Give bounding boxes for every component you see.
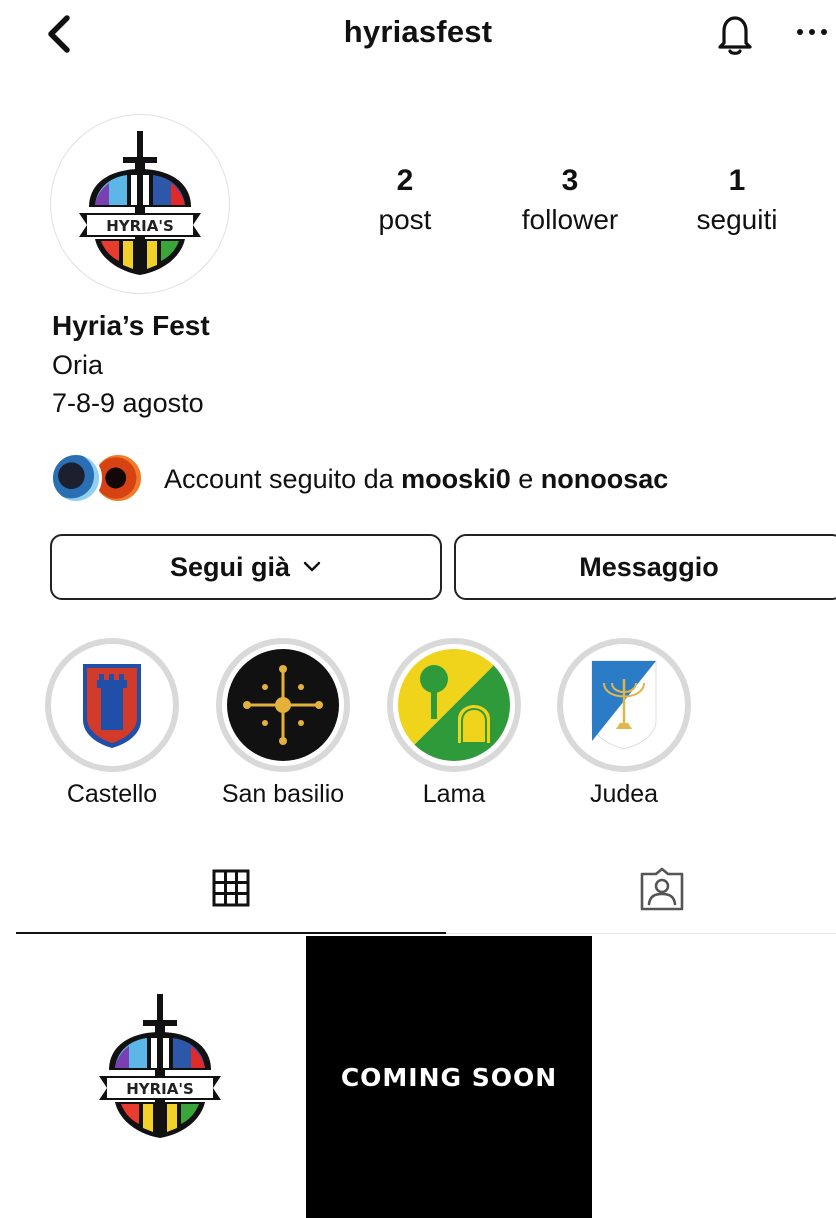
followed-by-prefix: Account seguito da	[164, 464, 402, 494]
stat-posts-count: 2	[396, 164, 414, 197]
following-button-label: Segui già	[169, 551, 291, 582]
grid-icon	[212, 869, 250, 907]
followed-by-text: Account seguito da mooski0 e nonoosac	[164, 462, 668, 496]
castle-crest-icon	[83, 664, 141, 748]
stat-posts-label: post	[378, 204, 432, 235]
highlight-cover	[227, 649, 339, 761]
highlight-label: Castello	[66, 780, 158, 808]
highlight-label: San basilio	[221, 780, 345, 808]
followed-by-user: mooski0	[401, 464, 511, 494]
highlight-san-basilio[interactable]: San basilio	[215, 638, 351, 810]
stat-posts[interactable]: 2 post	[320, 162, 490, 240]
avatar	[50, 452, 102, 504]
highlight-ring	[387, 638, 521, 772]
stat-followers-count: 3	[561, 164, 579, 197]
cross-emblem-icon	[243, 665, 323, 745]
highlight-cover	[398, 649, 510, 761]
bio-line-location: Oria	[52, 350, 104, 380]
highlight-cover	[568, 649, 680, 761]
highlight-label: Judea	[589, 780, 659, 808]
top-bar: hyriasfest	[0, 0, 836, 70]
highlight-castello[interactable]: Castello	[44, 638, 180, 810]
profile-avatar[interactable]: HYRIA'S	[50, 114, 230, 294]
followed-by-row[interactable]: Account seguito da mooski0 e nonoosac	[50, 448, 830, 512]
menorah-emblem-icon	[591, 660, 657, 750]
tab-posts-grid[interactable]	[16, 850, 446, 934]
profile-username: hyriasfest	[343, 14, 493, 49]
coming-soon-text: COMING SOON	[340, 1062, 558, 1092]
stat-following-label: seguiti	[696, 204, 778, 235]
bio-line-dates: 7-8-9 agosto	[52, 388, 204, 418]
stat-followers-label: follower	[521, 204, 619, 235]
hyrias-logo: HYRIA'S	[99, 994, 221, 1138]
followed-by-conjunction: e	[510, 464, 541, 494]
profile-stats: 2 post 3 follower 1 seguiti	[320, 162, 820, 252]
stat-following-count: 1	[728, 164, 746, 197]
tree-emblem-icon	[420, 665, 490, 744]
stat-following[interactable]: 1 seguiti	[652, 162, 822, 240]
bell-icon[interactable]	[712, 10, 758, 58]
highlight-label: Lama	[422, 780, 486, 808]
more-horizontal-icon[interactable]	[792, 16, 832, 46]
highlight-cover	[56, 649, 168, 761]
stat-followers[interactable]: 3 follower	[485, 162, 655, 240]
highlight-lama[interactable]: Lama	[386, 638, 522, 810]
tagged-person-icon	[640, 867, 684, 911]
highlight-ring	[557, 638, 691, 772]
profile-bio: Hyria’s Fest Oria 7-8-9 agosto	[52, 306, 210, 422]
highlight-judea[interactable]: Judea	[556, 638, 692, 810]
post-thumbnail[interactable]: COMING SOON	[306, 936, 592, 1218]
post-thumbnail[interactable]: HYRIA'S	[16, 936, 304, 1218]
tab-tagged[interactable]	[446, 850, 836, 934]
highlight-ring	[216, 638, 350, 772]
followed-by-user: nonoosac	[540, 464, 669, 494]
hyrias-logo: HYRIA'S	[79, 131, 201, 275]
following-button[interactable]: Segui già	[50, 534, 442, 600]
svg-text:HYRIA'S: HYRIA'S	[106, 217, 174, 235]
message-button-label: Messaggio	[579, 551, 719, 582]
message-button[interactable]: Messaggio	[454, 534, 836, 600]
profile-display-name: Hyria’s Fest	[52, 310, 210, 341]
highlight-ring	[45, 638, 179, 772]
chevron-down-icon	[303, 561, 321, 572]
svg-text:HYRIA'S: HYRIA'S	[126, 1080, 194, 1098]
